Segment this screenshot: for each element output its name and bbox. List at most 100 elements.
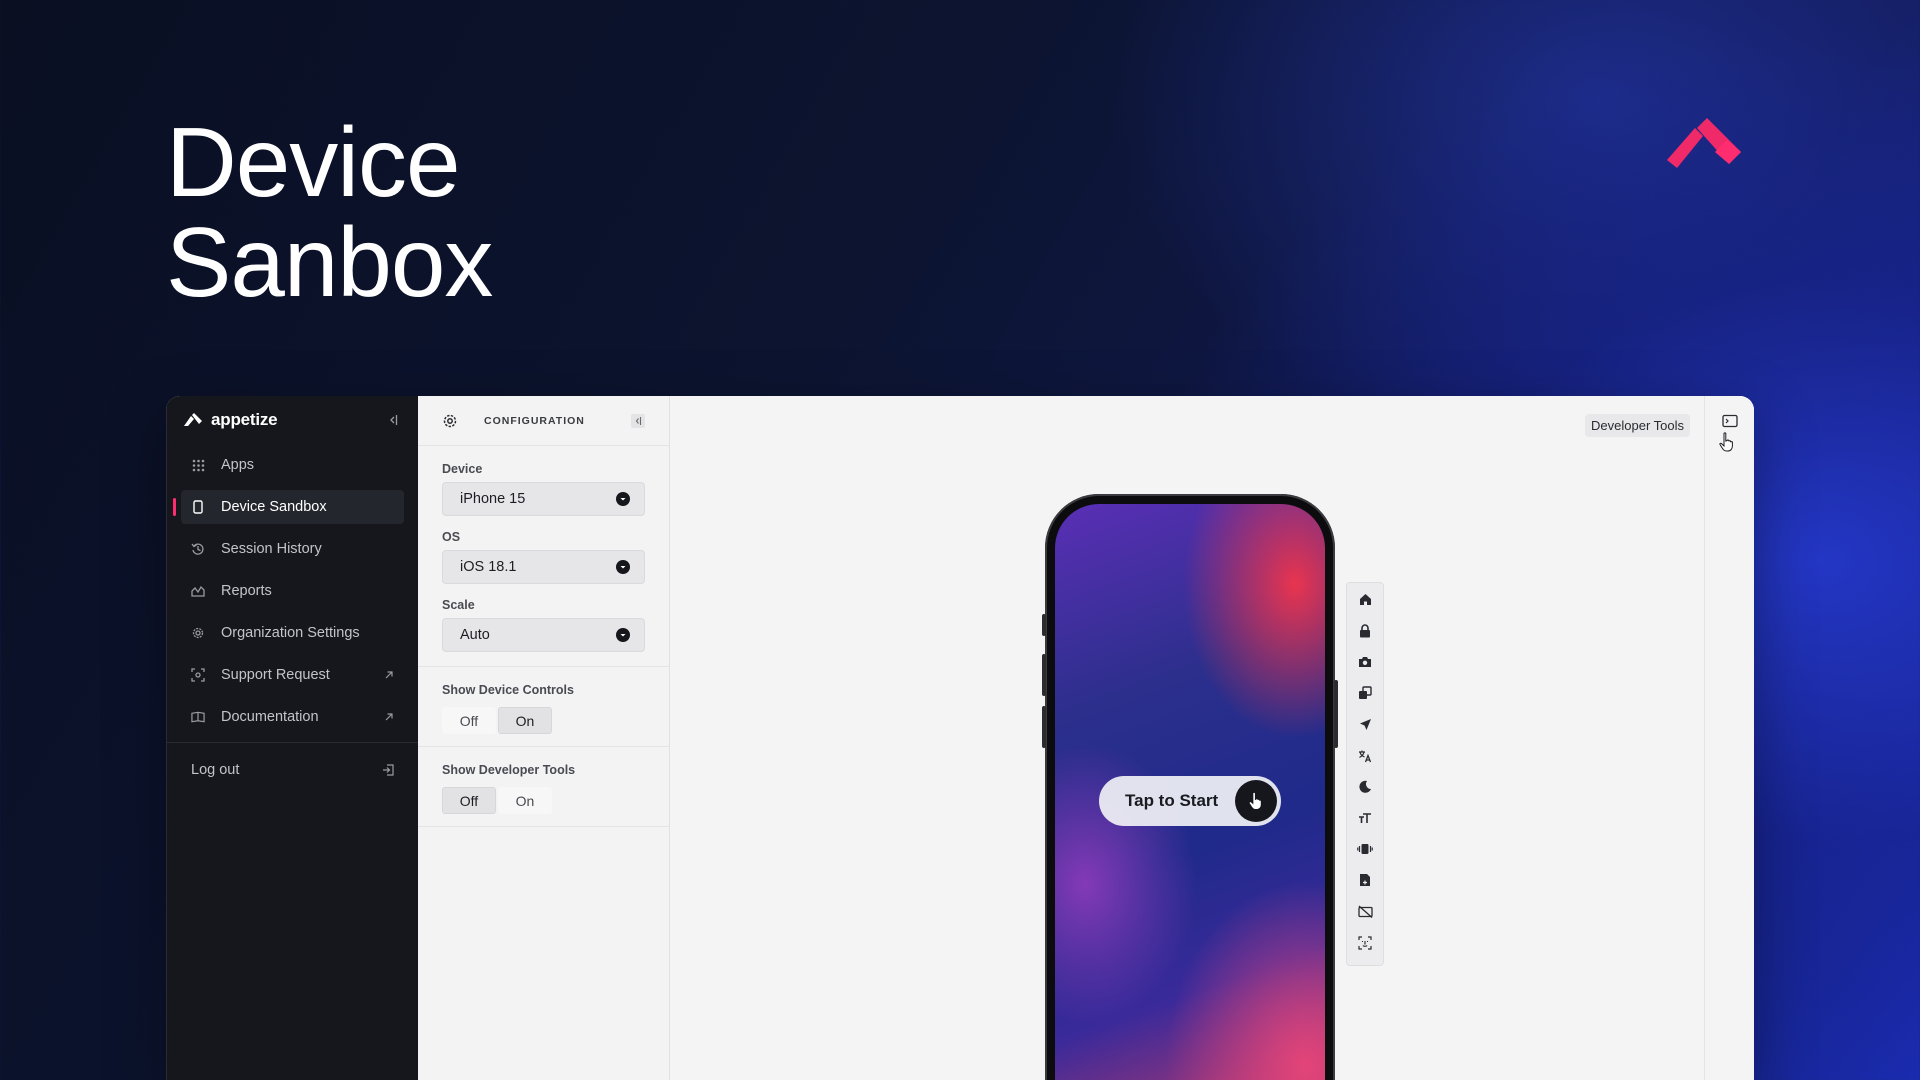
- show-device-controls-label: Show Device Controls: [442, 683, 574, 697]
- chart-icon: [191, 584, 205, 598]
- sidebar-item-label: Reports: [221, 583, 272, 599]
- hero-title-line1: Device: [166, 107, 461, 217]
- developer-tools-section: Show Developer Tools Off On: [418, 747, 669, 827]
- tap-circle: [1235, 780, 1277, 822]
- sidebar-item-label: Documentation: [221, 709, 319, 725]
- device-select-value: iPhone 15: [460, 491, 526, 507]
- shake-icon: [1357, 844, 1373, 855]
- language-button[interactable]: [1356, 747, 1374, 765]
- app-window: appetize Apps Device Sandbox Session His…: [166, 396, 1754, 1080]
- screenshot-button[interactable]: [1356, 653, 1374, 671]
- os-select-value: iOS 18.1: [460, 559, 517, 575]
- phone-side-button: [1042, 614, 1046, 636]
- show-developer-tools-label: Show Developer Tools: [442, 763, 576, 777]
- dark-mode-icon: [1358, 781, 1371, 794]
- hero-title: Device Sanbox: [166, 107, 493, 317]
- face-id-button[interactable]: [1356, 934, 1374, 952]
- device-settings-section: Device iPhone 15 OS iOS 18.1 Scale Auto: [418, 446, 669, 667]
- tap-to-start-label: Tap to Start: [1125, 791, 1219, 810]
- chevron-down-icon: [616, 628, 630, 642]
- sidebar-item-label: Support Request: [221, 667, 330, 683]
- collapse-icon: [635, 416, 642, 425]
- tap-to-start-button[interactable]: Tap to Start: [1099, 776, 1281, 826]
- lock-button[interactable]: [1356, 622, 1374, 640]
- location-button[interactable]: [1356, 716, 1374, 734]
- configuration-panel: CONFIGURATION Device iPhone 15 OS iOS 18…: [418, 396, 670, 1080]
- scale-label: Scale: [442, 598, 475, 612]
- phone-icon: [191, 500, 205, 514]
- os-select[interactable]: iOS 18.1: [442, 550, 645, 584]
- book-icon: [191, 710, 205, 724]
- dark-mode-button[interactable]: [1356, 778, 1374, 796]
- sidebar-item-label: Organization Settings: [221, 625, 360, 641]
- external-link-icon: [385, 713, 393, 721]
- sidebar-item-label: Apps: [221, 457, 255, 473]
- device-controls-toolbar: [1346, 582, 1384, 966]
- show-device-controls-off[interactable]: Off: [442, 707, 496, 734]
- sidebar-nav: Apps Device Sandbox Session History Repo…: [167, 448, 418, 734]
- brand-name: appetize: [211, 410, 278, 429]
- sidebar-collapse-button[interactable]: [384, 411, 402, 429]
- os-label: OS: [442, 530, 461, 544]
- external-link-icon: [385, 671, 393, 679]
- history-icon: [191, 542, 205, 556]
- shake-button[interactable]: [1356, 840, 1374, 858]
- translate-icon: [1359, 750, 1372, 762]
- text-size-button[interactable]: [1356, 809, 1374, 827]
- sidebar-item-documentation[interactable]: Documentation: [181, 700, 404, 734]
- show-developer-tools-toggle: Off On: [442, 787, 552, 814]
- sidebar-item-label: Session History: [221, 541, 322, 557]
- device-select[interactable]: iPhone 15: [442, 482, 645, 516]
- phone-side-button: [1042, 706, 1046, 748]
- rotate-button[interactable]: [1356, 685, 1374, 703]
- device-controls-section: Show Device Controls Off On: [418, 667, 669, 747]
- hand-pointer-icon: [1249, 792, 1261, 809]
- collapse-icon: [390, 415, 398, 425]
- sidebar-item-apps[interactable]: Apps: [181, 448, 404, 482]
- scale-select-value: Auto: [460, 627, 490, 643]
- home-button[interactable]: [1356, 591, 1374, 609]
- gear-icon: [443, 414, 457, 427]
- configuration-header: CONFIGURATION: [418, 396, 669, 446]
- scale-select[interactable]: Auto: [442, 618, 645, 652]
- show-device-controls-toggle: Off On: [442, 707, 552, 734]
- chevron-down-icon: [616, 560, 630, 574]
- pointer-cursor-icon: [1719, 432, 1733, 452]
- iphone-device-frame: Tap to Start: [1042, 494, 1338, 1080]
- panel-toggle-icon[interactable]: [1722, 414, 1738, 428]
- logout-button[interactable]: Log out: [167, 753, 418, 787]
- sidebar-item-support-request[interactable]: Support Request: [181, 658, 404, 692]
- sidebar-header: appetize: [167, 396, 418, 444]
- rotate-device-icon: [1359, 686, 1372, 700]
- sidebar-item-reports[interactable]: Reports: [181, 574, 404, 608]
- appetize-logo-icon: [184, 413, 202, 426]
- phone-side-button: [1042, 654, 1046, 696]
- hero-title-line2: Sanbox: [166, 207, 493, 317]
- face-id-icon: [1358, 936, 1372, 950]
- file-upload-button[interactable]: [1356, 872, 1374, 890]
- location-icon: [1359, 719, 1371, 731]
- logout-icon: [383, 764, 394, 776]
- show-device-controls-on[interactable]: On: [498, 707, 552, 734]
- chevron-down-icon: [616, 492, 630, 506]
- configuration-collapse-button[interactable]: [631, 413, 645, 428]
- grid-icon: [191, 458, 205, 472]
- show-developer-tools-off[interactable]: Off: [442, 787, 496, 814]
- file-icon: [1360, 874, 1370, 887]
- configuration-title: CONFIGURATION: [484, 414, 585, 427]
- camera-off-icon: [1357, 905, 1373, 919]
- developer-tools-button[interactable]: Developer Tools: [1585, 414, 1690, 437]
- show-developer-tools-on[interactable]: On: [498, 787, 552, 814]
- right-rail: [1704, 396, 1754, 1080]
- device-stage: Developer Tools Tap to Start: [670, 396, 1754, 1080]
- camera-off-button[interactable]: [1356, 903, 1374, 921]
- logout-label: Log out: [191, 762, 240, 778]
- device-screen[interactable]: Tap to Start: [1055, 504, 1325, 1080]
- sidebar-item-session-history[interactable]: Session History: [181, 532, 404, 566]
- sidebar-item-organization-settings[interactable]: Organization Settings: [181, 616, 404, 650]
- home-icon: [1359, 594, 1371, 606]
- sidebar-item-device-sandbox[interactable]: Device Sandbox: [173, 490, 404, 524]
- lock-icon: [1360, 624, 1370, 638]
- gear-icon: [191, 626, 205, 640]
- support-icon: [191, 668, 205, 682]
